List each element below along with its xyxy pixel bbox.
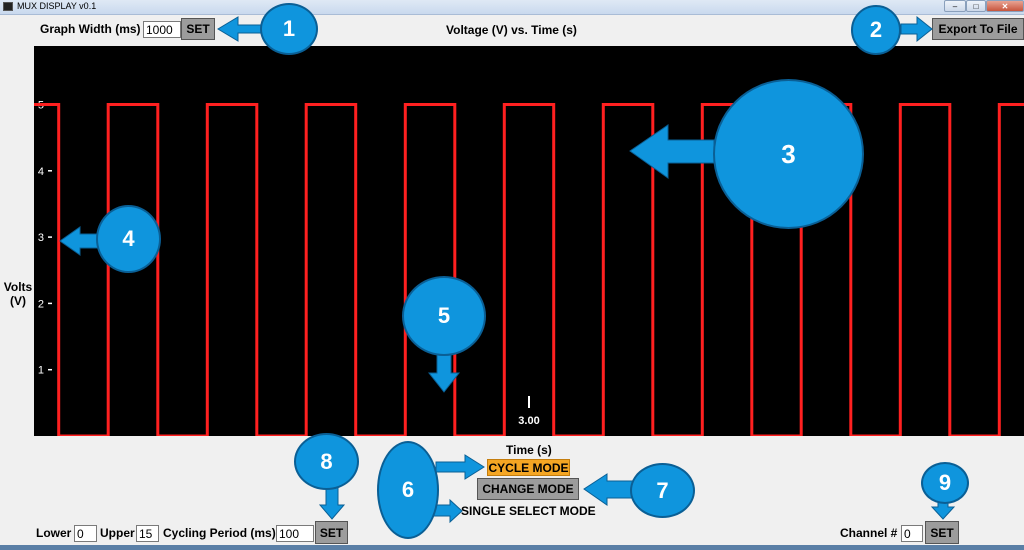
callout-5: 5 (402, 276, 486, 356)
cycling-period-label: Cycling Period (ms) (163, 526, 276, 540)
graph-width-set-button[interactable]: SET (181, 18, 215, 40)
y-axis-label-text: Volts (V) (3, 280, 33, 308)
taskbar (0, 545, 1024, 550)
cycling-set-button[interactable]: SET (315, 521, 348, 544)
callout-3: 3 (713, 79, 864, 229)
callout-2: 2 (851, 5, 901, 55)
callout-6: 6 (377, 441, 439, 539)
change-mode-button[interactable]: CHANGE MODE (477, 478, 579, 500)
callout-1: 1 (260, 3, 318, 55)
arrow-1 (217, 16, 267, 42)
channel-label: Channel # (840, 526, 898, 540)
graph-width-input[interactable] (143, 21, 181, 38)
x-axis-label: Time (s) (506, 443, 552, 457)
graph-width-label: Graph Width (ms) (40, 22, 141, 36)
y-tick-label: 2 (38, 298, 44, 310)
voltage-plot: 1 2 3 4 5 3.00 (34, 46, 1024, 436)
app-icon (3, 2, 13, 11)
upper-label: Upper (100, 526, 135, 540)
cycle-mode-button[interactable]: CYCLE MODE (487, 459, 570, 476)
upper-input[interactable] (136, 525, 159, 542)
close-button[interactable]: ✕ (986, 0, 1024, 12)
maximize-button[interactable]: □ (966, 0, 986, 12)
single-select-mode-label[interactable]: SINGLE SELECT MODE (461, 504, 596, 518)
y-tick-label: 3 (38, 232, 44, 244)
callout-4: 4 (96, 205, 161, 273)
minimize-button[interactable]: – (944, 0, 966, 12)
arrow-2 (900, 15, 933, 43)
x-tick-label: 3.00 (518, 415, 539, 427)
y-axis-label: Volts (V) (2, 280, 34, 308)
channel-set-button[interactable]: SET (925, 521, 959, 544)
channel-input[interactable] (901, 525, 923, 542)
voltage-chart-svg: 1 2 3 4 5 3.00 (34, 100, 1024, 436)
voltage-series-line (34, 103, 1024, 436)
arrow-6a (435, 454, 485, 480)
lower-input[interactable] (74, 525, 97, 542)
arrow-7 (583, 473, 637, 506)
export-to-file-button[interactable]: Export To File (932, 18, 1024, 40)
y-tick-label: 1 (38, 365, 44, 377)
window-title: MUX DISPLAY v0.1 (17, 1, 97, 11)
chart-title: Voltage (V) vs. Time (s) (446, 23, 577, 37)
arrow-8 (318, 486, 346, 520)
callout-8: 8 (294, 433, 359, 490)
lower-label: Lower (36, 526, 72, 540)
callout-9: 9 (921, 462, 969, 504)
cycling-period-input[interactable] (276, 525, 314, 542)
y-tick-label: 4 (38, 166, 44, 178)
callout-7: 7 (630, 463, 695, 518)
